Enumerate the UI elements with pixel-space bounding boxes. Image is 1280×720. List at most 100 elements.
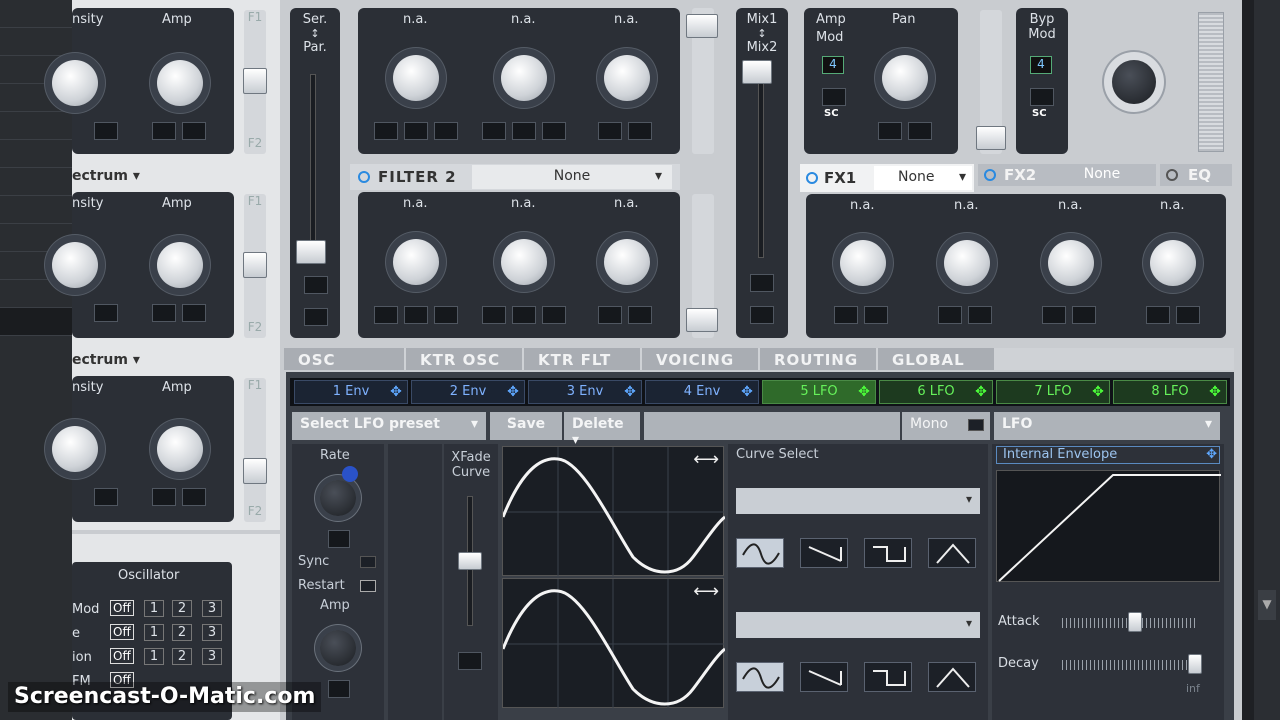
triangle-shape-button[interactable] <box>928 538 976 568</box>
sine-shape-button[interactable] <box>736 662 784 692</box>
move-icon: ✥ <box>858 384 870 400</box>
move-icon: ✥ <box>390 384 402 400</box>
filter1-knob-3[interactable] <box>604 55 650 101</box>
curve-display-2[interactable]: ⟷ <box>502 578 725 709</box>
modulation-panel: 1 Env ✥ 2 Env ✥ 3 Env ✥ 4 Env ✥ 5 LFO ✥ 6 LFO… <box>286 372 1234 720</box>
scroll-down-icon[interactable]: ▼ <box>1258 590 1276 620</box>
stretch-icon[interactable]: ⟷ <box>693 581 719 602</box>
xfade-slider[interactable] <box>458 552 482 570</box>
curve-dropdown-1[interactable]: ▾ <box>736 488 980 514</box>
tab-lfo-7[interactable]: 7 LFO ✥ <box>996 380 1110 404</box>
envelope-display[interactable] <box>996 470 1221 582</box>
filter2-slider[interactable] <box>686 194 718 338</box>
xfade-column: XFade Curve <box>444 444 498 720</box>
level-meter <box>1198 12 1224 152</box>
sync-toggle[interactable] <box>360 556 376 568</box>
sine-shape-button[interactable] <box>736 538 784 568</box>
pan-knob[interactable] <box>882 55 928 101</box>
filter1-panel: n.a. n.a. n.a. <box>358 8 680 154</box>
tab-env-1[interactable]: 1 Env ✥ <box>294 380 408 404</box>
knob-label: nsity <box>72 12 104 27</box>
tab-ktr-flt[interactable]: KTR FLT <box>524 348 640 370</box>
tab-lfo-5[interactable]: 5 LFO ✥ <box>762 380 876 404</box>
mono-toggle[interactable]: Mono <box>902 412 990 440</box>
fx-panel: n.a. n.a. n.a. n.a. <box>806 194 1226 338</box>
left-strip <box>0 0 72 720</box>
rate-column: Rate Sync Restart Amp <box>292 444 384 720</box>
square-shape-button[interactable] <box>864 538 912 568</box>
chevron-down-icon: ▾ <box>965 616 972 630</box>
tab-lfo-8[interactable]: 8 LFO ✥ <box>1113 380 1227 404</box>
amp-knob[interactable] <box>157 60 203 106</box>
mouse-cursor-icon <box>342 466 358 482</box>
move-icon: ✥ <box>624 384 636 400</box>
fx1-type-dropdown[interactable]: None ▾ <box>874 166 972 190</box>
f1-f2-slider[interactable]: F1 F2 <box>243 10 267 154</box>
synth-window: nsity Amp F1 F2 ectrum ▾ nsity Amp F1 F2… <box>0 0 1280 720</box>
tab-voicing[interactable]: VOICING <box>642 348 758 370</box>
move-icon: ✥ <box>1209 384 1221 400</box>
filter2-power-icon[interactable] <box>358 171 370 183</box>
move-icon: ✥ <box>741 384 753 400</box>
ser-par-panel: Ser. ↕ Par. <box>290 8 340 338</box>
amp-knob[interactable] <box>320 630 356 666</box>
tab-routing[interactable]: ROUTING <box>760 348 876 370</box>
main-tabs: OSC KTR OSC KTR FLT VOICING ROUTING GLOB… <box>284 348 1234 370</box>
tab-global[interactable]: GLOBAL <box>878 348 994 370</box>
fx1-header: FX1 None ▾ <box>800 164 974 192</box>
spectrum-dropdown[interactable]: ectrum ▾ <box>72 352 140 368</box>
fx1-power-icon[interactable] <box>806 172 818 184</box>
osc-column: nsity Amp F1 F2 ectrum ▾ nsity Amp F1 F2… <box>52 0 280 530</box>
filter2-type-dropdown[interactable]: None ▾ <box>472 165 672 189</box>
spectrum-dropdown[interactable]: ectrum ▾ <box>72 168 140 184</box>
move-icon: ✥ <box>975 384 987 400</box>
tab-env-2[interactable]: 2 Env ✥ <box>411 380 525 404</box>
master-volume-knob[interactable] <box>1112 60 1156 104</box>
fx2-header: FX2 None <box>978 164 1156 186</box>
curve-display-1[interactable]: ⟷ <box>502 446 725 577</box>
knob[interactable] <box>52 60 98 106</box>
fx2-type-dropdown[interactable]: None <box>1052 165 1152 185</box>
ser-par-slider[interactable] <box>296 240 326 264</box>
tab-osc[interactable]: OSC <box>284 348 404 370</box>
lfo-mode-dropdown[interactable]: LFO ▾ <box>994 412 1220 440</box>
filter2-header: FILTER 2 None ▾ <box>350 164 680 190</box>
mix-panel: Mix1 ↕ Mix2 <box>736 8 788 338</box>
delete-button[interactable]: Delete ▾ <box>564 412 640 448</box>
internal-envelope-header[interactable]: Internal Envelope ✥ <box>996 446 1220 464</box>
curve-dropdown-2[interactable]: ▾ <box>736 612 980 638</box>
move-icon: ✥ <box>507 384 519 400</box>
save-button[interactable]: Save <box>490 412 562 440</box>
scrollbar[interactable]: ▼ <box>1254 0 1280 720</box>
internal-envelope-panel: Internal Envelope ✥ Attack Decay inf <box>992 444 1224 720</box>
triangle-shape-button[interactable] <box>928 662 976 692</box>
filter2-title: FILTER 2 <box>378 168 457 186</box>
saw-shape-button[interactable] <box>800 538 848 568</box>
preset-name-field[interactable] <box>644 412 900 440</box>
decay-slider[interactable] <box>1062 660 1198 670</box>
filter1-knob-1[interactable] <box>393 55 439 101</box>
filter1-slider[interactable] <box>686 8 718 154</box>
tab-lfo-6[interactable]: 6 LFO ✥ <box>879 380 993 404</box>
filter2-panel: n.a. n.a. n.a. <box>358 192 680 338</box>
tab-env-3[interactable]: 3 Env ✥ <box>528 380 642 404</box>
lfo-preset-dropdown[interactable]: Select LFO preset ▾ <box>292 412 486 440</box>
stretch-icon[interactable]: ⟷ <box>693 449 719 470</box>
move-icon: ✥ <box>1206 447 1217 462</box>
square-shape-button[interactable] <box>864 662 912 692</box>
curve-select-panel: Curve Select ▾ ▾ <box>728 444 988 720</box>
mix-slider[interactable] <box>742 60 772 84</box>
tab-ktr-osc[interactable]: KTR OSC <box>406 348 522 370</box>
amp-slider[interactable] <box>976 10 1006 154</box>
knob-label: Amp <box>162 12 192 27</box>
watermark: Screencast-O-Matic.com <box>8 682 322 712</box>
chevron-down-icon: ▾ <box>965 492 972 506</box>
filter1-knob-2[interactable] <box>501 55 547 101</box>
restart-toggle[interactable] <box>360 580 376 592</box>
move-icon: ✥ <box>1092 384 1104 400</box>
amp-mod-panel: Amp Mod Pan 4 SC <box>804 8 958 154</box>
eq-header: EQ <box>1160 164 1232 186</box>
saw-shape-button[interactable] <box>800 662 848 692</box>
rate-knob[interactable] <box>320 480 356 516</box>
tab-env-4[interactable]: 4 Env ✥ <box>645 380 759 404</box>
